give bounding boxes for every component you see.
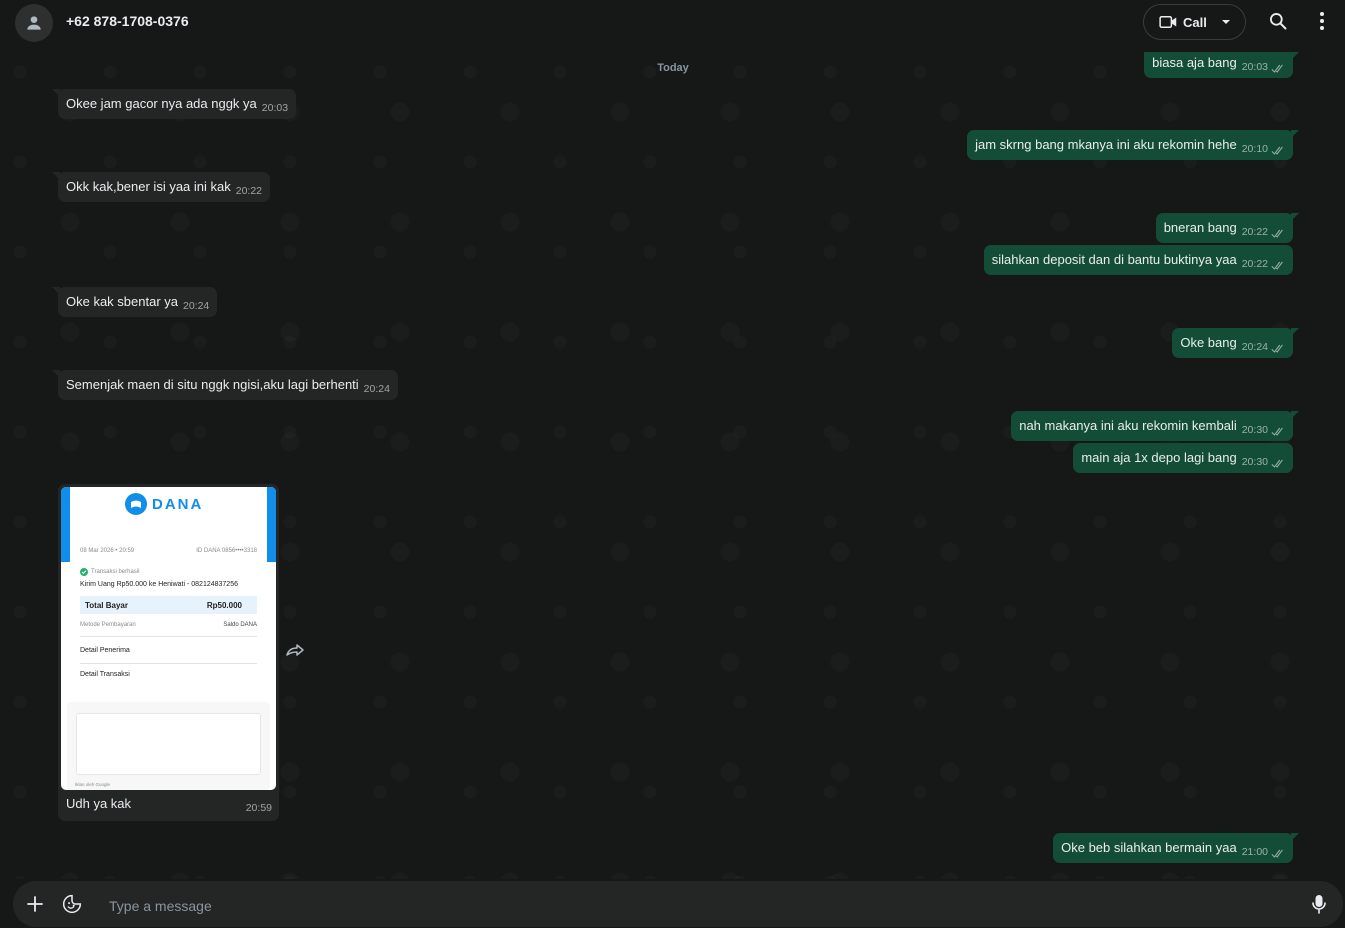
receipt-divider	[80, 663, 257, 664]
message-time: 20:03	[1241, 61, 1268, 73]
message-time: 20:24	[1241, 341, 1268, 353]
message-text: Okk kak,bener isi yaa ini kak	[66, 179, 231, 194]
receipt-ad-card	[67, 702, 270, 790]
message-input[interactable]	[109, 896, 1289, 916]
chat-header: +62 878-1708-0376 Call	[0, 0, 1345, 52]
receipt-id: ID DANA 0856••••3318	[196, 548, 257, 554]
dana-logo: DANA	[125, 493, 203, 515]
message-text: biasa aja bang	[1152, 55, 1237, 70]
message-text: jam skrng bang mkanya ini aku rekomin he…	[975, 137, 1237, 152]
outgoing-message[interactable]: Oke bang 20:24	[1172, 328, 1299, 358]
incoming-message[interactable]: Semenjak maen di situ nggk ngisi,aku lag…	[52, 370, 398, 400]
double-check-icon	[1271, 849, 1283, 858]
outgoing-message[interactable]: silahkan deposit dan di bantu buktinya y…	[983, 245, 1293, 275]
receipt-divider	[80, 636, 257, 637]
chevron-down-icon	[1221, 20, 1230, 24]
contact-name[interactable]: +62 878-1708-0376	[66, 13, 189, 29]
outgoing-message[interactable]: main aja 1x depo lagi bang 20:30	[1073, 443, 1293, 473]
dana-logo-icon	[125, 493, 147, 515]
incoming-message[interactable]: Oke kak sbentar ya 20:24	[51, 287, 218, 317]
double-check-icon	[1271, 344, 1283, 353]
image-caption: Udh ya kak	[66, 796, 132, 811]
check-circle-icon	[80, 568, 88, 576]
receipt-method-label: Metode Pembayaran	[80, 622, 136, 628]
message-text: bneran bang	[1163, 220, 1237, 235]
call-button[interactable]: Call	[1143, 4, 1246, 40]
message-time: 20:03	[261, 102, 289, 114]
video-camera-icon	[1159, 16, 1177, 28]
contact-avatar[interactable]	[15, 4, 53, 42]
message-time: 20:24	[363, 383, 390, 395]
receipt-method-value: Saldo DANA	[223, 622, 257, 628]
search-icon	[1270, 13, 1287, 30]
image-message[interactable]: DANA 08 Mar 2026 • 20:59 ID DANA 0856•••…	[58, 484, 279, 821]
sticker-button[interactable]	[61, 893, 83, 915]
date-divider: Today	[657, 62, 689, 74]
incoming-message[interactable]: Okee jam gacor nya ada nggk ya 20:03	[51, 89, 297, 119]
double-check-icon	[1271, 64, 1283, 73]
menu-button[interactable]	[1310, 9, 1334, 33]
message-time: 20:59	[245, 802, 272, 814]
double-check-icon	[1271, 261, 1283, 270]
message-time: 20:22	[235, 185, 263, 197]
person-icon	[27, 16, 41, 30]
receipt-image[interactable]: DANA 08 Mar 2026 • 20:59 ID DANA 0856•••…	[61, 487, 276, 790]
double-check-icon	[1271, 427, 1283, 436]
message-time: 20:30	[1241, 424, 1268, 436]
message-text: Okee jam gacor nya ada nggk ya	[66, 96, 257, 111]
composer	[0, 879, 1345, 928]
composer-bar	[13, 881, 1343, 927]
more-vertical-icon	[1320, 12, 1324, 30]
double-check-icon	[1271, 459, 1283, 468]
message-text: Oke bang	[1180, 335, 1237, 350]
message-time: 20:30	[1241, 456, 1268, 468]
message-text: Semenjak maen di situ nggk ngisi,aku lag…	[66, 377, 359, 392]
message-text: nah makanya ini aku rekomin kembali	[1019, 418, 1237, 433]
attach-button[interactable]	[25, 894, 45, 914]
double-check-icon	[1271, 229, 1283, 238]
receipt-total-label: Total Bayar	[85, 601, 128, 610]
incoming-message[interactable]: Okk kak,bener isi yaa ini kak 20:22	[51, 172, 271, 202]
call-label: Call	[1183, 14, 1207, 30]
message-time: 21:00	[1241, 846, 1268, 858]
search-button[interactable]	[1266, 9, 1290, 33]
receipt-description: Kirim Uang Rp50.000 ke Heniwati - 082124…	[80, 581, 238, 588]
receipt-card	[70, 487, 267, 692]
message-text: silahkan deposit dan di bantu buktinya y…	[991, 252, 1237, 267]
dana-brand-text: DANA	[152, 495, 204, 513]
forward-icon[interactable]	[285, 643, 307, 659]
receipt-recipient-label: Detail Penerima	[80, 647, 130, 654]
outgoing-message[interactable]: jam skrng bang mkanya ini aku rekomin he…	[967, 130, 1299, 160]
receipt-status-text: Transaksi berhasil	[91, 569, 140, 575]
message-time: 20:24	[183, 300, 210, 312]
sticker-icon	[62, 894, 82, 914]
receipt-status: Transaksi berhasil	[80, 568, 139, 576]
outgoing-message[interactable]: nah makanya ini aku rekomin kembali 20:3…	[1011, 411, 1299, 441]
message-list[interactable]: Today Okee jam gacor nya ada nggk ya 20:…	[0, 52, 1345, 879]
receipt-footer-note: Iklan oleh Google	[75, 782, 111, 787]
message-time: 20:22	[1241, 258, 1268, 270]
receipt-total-value: Rp50.000	[206, 601, 242, 610]
receipt-transaction-label: Detail Transaksi	[80, 671, 130, 678]
double-check-icon	[1271, 146, 1283, 155]
microphone-icon	[1312, 895, 1326, 914]
voice-message-button[interactable]	[1309, 893, 1329, 915]
receipt-ad-inner	[76, 713, 261, 775]
message-time: 20:10	[1241, 143, 1268, 155]
outgoing-message[interactable]: bneran bang 20:22	[1155, 213, 1300, 243]
plus-icon	[27, 896, 43, 912]
message-time: 20:22	[1241, 226, 1268, 238]
message-text: main aja 1x depo lagi bang	[1081, 450, 1237, 465]
outgoing-message[interactable]: biasa aja bang 20:03	[1144, 52, 1299, 78]
receipt-date: 08 Mar 2026 • 20:59	[80, 548, 135, 554]
outgoing-message[interactable]: Oke beb silahkan bermain yaa 21:00	[1053, 833, 1299, 863]
message-text: Oke beb silahkan bermain yaa	[1061, 840, 1237, 855]
message-text: Oke kak sbentar ya	[66, 294, 178, 309]
